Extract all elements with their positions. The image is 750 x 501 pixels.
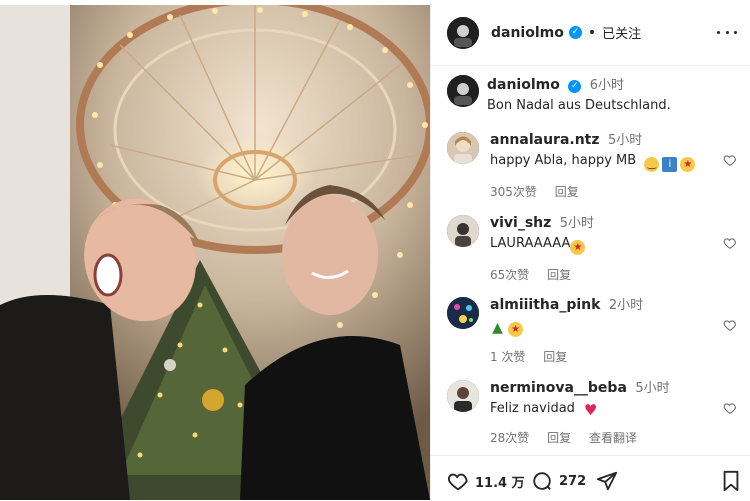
see-translation-button[interactable]: 查看翻译 xyxy=(589,431,637,445)
comment-bubble-icon[interactable] xyxy=(531,470,553,492)
star-eyes-icon: ★ xyxy=(508,322,523,337)
verified-badge-icon: ✓ xyxy=(568,80,582,93)
selfie-photo xyxy=(0,5,430,500)
commenter-avatar[interactable] xyxy=(447,215,479,247)
comment-item: vivi_shz 5小时 LAURAAAAA ★ 65次赞 回复 xyxy=(447,215,743,295)
commenter-username[interactable]: nerminova__beba xyxy=(490,380,627,396)
share-paper-plane-icon[interactable] xyxy=(596,470,618,492)
smiley-face-icon: ‿ xyxy=(644,157,660,172)
comment-time: 2小时 xyxy=(608,298,644,313)
comment-like-heart-icon[interactable] xyxy=(723,236,737,250)
instagram-post: daniolmo ✓ • 已关注 daniolmo ✓ 6小时 Bon Nada… xyxy=(0,0,750,500)
post-photo[interactable] xyxy=(0,5,430,500)
like-count: 11.4 万 xyxy=(475,475,525,491)
comment-likes[interactable]: 1 次赞 xyxy=(490,350,525,364)
caption-author-avatar[interactable] xyxy=(447,75,479,107)
post-actions-bar: 11.4 万 272 xyxy=(431,455,750,501)
commenter-username[interactable]: vivi_shz xyxy=(490,215,551,231)
comment-count: 272 xyxy=(559,473,587,489)
comment-item: annalaura.ntz 5小时 happy Abla, happy MB ‿… xyxy=(447,132,743,212)
commenter-username[interactable]: annalaura.ntz xyxy=(490,132,600,148)
reply-button[interactable]: 回复 xyxy=(547,268,571,282)
comment-time: 5小时 xyxy=(607,133,643,148)
comment-time: 5小时 xyxy=(635,381,670,396)
bookmark-icon[interactable] xyxy=(721,470,741,492)
commenter-avatar[interactable] xyxy=(447,132,479,164)
author-username[interactable]: daniolmo xyxy=(491,25,564,41)
caption-time: 6小时 xyxy=(589,78,625,93)
caption-text: Bon Nadal aus Deutschland. xyxy=(487,98,671,113)
comment-text: happy Abla, happy MB xyxy=(490,153,637,168)
follow-button[interactable]: 已关注 xyxy=(602,23,641,42)
comment-likes[interactable]: 65次赞 xyxy=(490,268,529,282)
caption-username[interactable]: daniolmo xyxy=(487,77,560,93)
comment-item: nerminova__beba 5小时 Feliz navidad ♥ 28次赞… xyxy=(447,380,743,455)
star-eyes-icon: ★ xyxy=(570,240,586,255)
commenter-avatar[interactable] xyxy=(447,380,479,412)
post-header: daniolmo ✓ • 已关注 xyxy=(431,0,750,66)
comment-text: Feliz navidad xyxy=(490,401,575,416)
commenter-username[interactable]: almiiitha_pink xyxy=(490,297,600,313)
verified-badge-icon: ✓ xyxy=(568,26,582,39)
reply-button[interactable]: 回复 xyxy=(543,350,567,364)
separator-dot: • xyxy=(587,24,597,41)
author-avatar[interactable] xyxy=(447,16,479,49)
comment-like-heart-icon[interactable] xyxy=(723,401,737,415)
share-action[interactable] xyxy=(596,470,618,492)
comment-likes[interactable]: 305次赞 xyxy=(490,185,537,199)
christmas-tree-icon: ▲ xyxy=(492,320,503,336)
more-options-icon[interactable] xyxy=(717,24,737,40)
comment-action[interactable]: 272 xyxy=(531,470,586,492)
comment-time: 5小时 xyxy=(559,216,595,231)
star-eyes-icon: ★ xyxy=(680,157,696,172)
reply-button[interactable]: 回复 xyxy=(547,431,571,445)
like-action[interactable]: 11.4 万 xyxy=(447,470,525,492)
comments-list[interactable]: daniolmo ✓ 6小时 Bon Nadal aus Deutschland… xyxy=(431,65,750,455)
comment-like-heart-icon[interactable] xyxy=(723,153,737,167)
i-box-icon: i xyxy=(662,157,678,172)
comment-text: LAURAAAAA xyxy=(490,236,571,251)
reply-button[interactable]: 回复 xyxy=(555,185,579,199)
comment-item: almiiitha_pink 2小时 ▲ ★ 1 次赞 回复 xyxy=(447,297,743,377)
post-sidebar: daniolmo ✓ • 已关注 daniolmo ✓ 6小时 Bon Nada… xyxy=(430,0,750,500)
red-heart-icon: ♥ xyxy=(583,401,598,419)
save-action[interactable] xyxy=(721,470,741,492)
comment-likes[interactable]: 28次赞 xyxy=(490,431,529,445)
commenter-avatar[interactable] xyxy=(447,297,479,329)
heart-icon[interactable] xyxy=(447,470,469,492)
comment-like-heart-icon[interactable] xyxy=(723,318,737,332)
